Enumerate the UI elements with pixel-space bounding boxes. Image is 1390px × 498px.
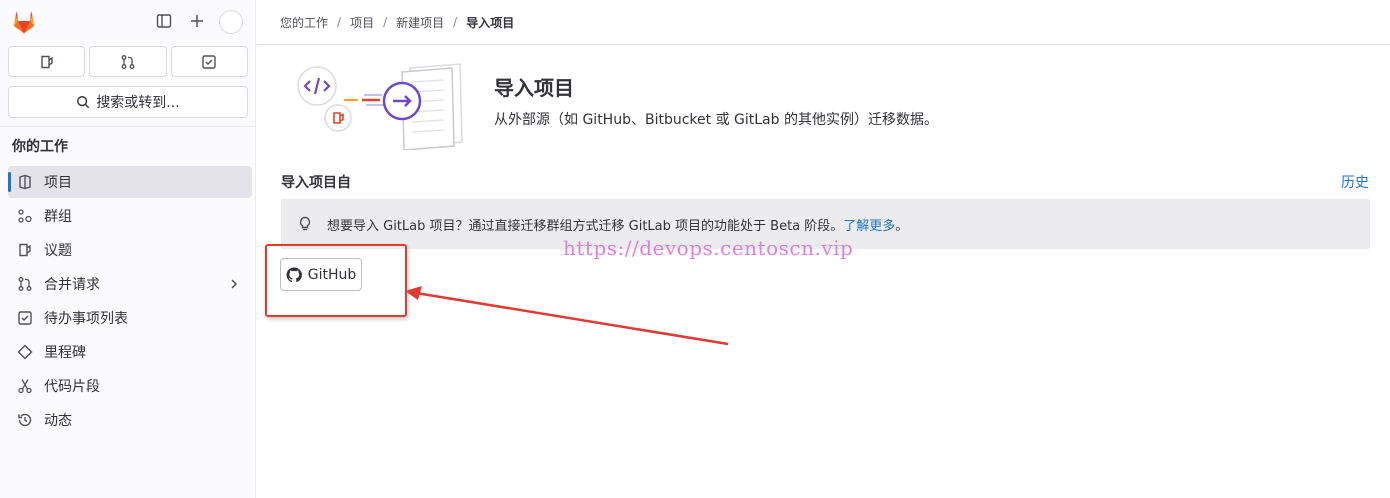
milestone-icon (16, 343, 34, 361)
search-icon (77, 96, 90, 109)
avatar[interactable] (219, 10, 243, 34)
sidebar: 搜索或转到... 你的工作 项目 群组 议题 合并请求 待办事项列表 里程碑 代… (0, 0, 256, 498)
alert-suffix: 。 (895, 218, 909, 234)
search-button[interactable]: 搜索或转到... (8, 86, 248, 118)
breadcrumb-separator: / (453, 15, 458, 29)
breadcrumb-separator: / (383, 15, 388, 29)
sidebar-item-label: 合并请求 (44, 277, 100, 293)
bulb-icon (299, 216, 311, 231)
sidebar-item-issues[interactable]: 议题 (8, 234, 252, 266)
history-link[interactable]: 历史 (1341, 172, 1369, 192)
breadcrumb-separator: / (337, 15, 342, 29)
sidebar-item-label: 项目 (44, 175, 72, 191)
gitlab-logo-icon[interactable] (10, 8, 38, 36)
breadcrumb-item[interactable]: 项目 (350, 14, 374, 31)
section-title: 你的工作 (12, 139, 68, 155)
merge-request-icon (121, 54, 135, 69)
github-label: GitHub (307, 266, 357, 283)
sidebar-item-label: 动态 (44, 413, 72, 429)
snippet-icon (16, 377, 34, 395)
sidebar-item-groups[interactable]: 群组 (8, 200, 252, 232)
sidebar-header (0, 0, 256, 44)
sidebar-item-label: 议题 (44, 243, 72, 259)
alert-text: 想要导入 GitLab 项目？通过直接迁移群组方式迁移 GitLab 项目的功能… (327, 218, 844, 234)
import-github-button[interactable]: GitHub (280, 258, 362, 291)
project-icon (16, 173, 34, 191)
page-description: 从外部源（如 GitHub、Bitbucket 或 GitLab 的其他实例）迁… (494, 112, 938, 128)
todo-icon (202, 54, 217, 69)
sidebar-item-projects[interactable]: 项目 (8, 166, 252, 198)
history-icon (16, 411, 34, 429)
sidebar-nav: 项目 群组 议题 合并请求 待办事项列表 里程碑 代码片段 动态 (8, 166, 252, 438)
breadcrumb-item[interactable]: 您的工作 (280, 14, 328, 31)
todos-counter-button[interactable] (170, 46, 248, 77)
breadcrumb-item[interactable]: 新建项目 (396, 14, 444, 31)
counter-bar (8, 46, 248, 78)
chevron-right-icon[interactable] (226, 276, 242, 292)
sidebar-toggle-icon[interactable] (154, 11, 174, 31)
merge-request-icon (16, 275, 34, 293)
sidebar-item-activity[interactable]: 动态 (8, 404, 252, 436)
sidebar-item-label: 群组 (44, 209, 72, 225)
import-illustration (297, 63, 463, 150)
divider (0, 126, 256, 127)
breadcrumb-current[interactable]: 导入项目 (466, 14, 514, 31)
issues-icon (16, 241, 34, 259)
breadcrumb: 您的工作 / 项目 / 新建项目 / 导入项目 (257, 0, 1390, 45)
merge-requests-counter-button[interactable] (89, 46, 167, 77)
sidebar-item-milestones[interactable]: 里程碑 (8, 336, 252, 368)
sidebar-item-label: 代码片段 (44, 379, 100, 395)
sidebar-item-merge-requests[interactable]: 合并请求 (8, 268, 252, 300)
plus-icon[interactable] (187, 11, 207, 31)
annotation-arrow (405, 286, 729, 346)
search-label: 搜索或转到... (96, 95, 180, 111)
sidebar-item-todos[interactable]: 待办事项列表 (8, 302, 252, 334)
import-source-title: 导入项目自 (281, 175, 351, 191)
sidebar-item-snippets[interactable]: 代码片段 (8, 370, 252, 402)
sidebar-item-label: 里程碑 (44, 345, 86, 361)
sidebar-item-label: 待办事项列表 (44, 311, 128, 327)
watermark-text: https://devops.centoscn.vip (563, 236, 854, 260)
issues-counter-button[interactable] (8, 46, 86, 77)
group-icon (16, 207, 34, 225)
github-icon (286, 266, 302, 282)
todo-icon (16, 309, 34, 327)
learn-more-link[interactable]: 了解更多 (843, 215, 895, 234)
page-title: 导入项目 (494, 76, 574, 100)
issues-icon (40, 55, 53, 68)
